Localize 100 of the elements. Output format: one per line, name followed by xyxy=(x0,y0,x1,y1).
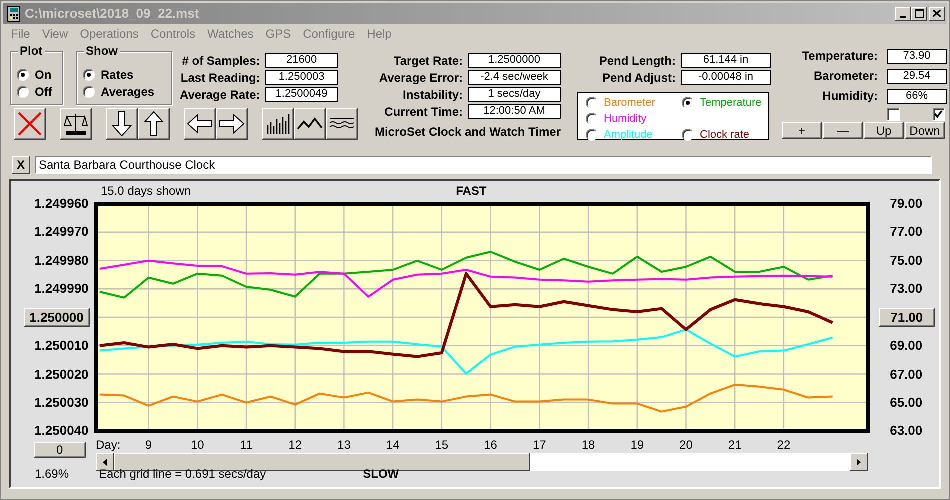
line-button[interactable] xyxy=(294,108,326,140)
value-field: 1 secs/day xyxy=(468,87,561,102)
day-label: 10 xyxy=(190,438,204,452)
window-title: C:\microset\2018_09_22.mst xyxy=(25,6,200,21)
value-field: -2.4 sec/week xyxy=(468,70,561,85)
value-field: 73.90 xyxy=(887,48,947,64)
day-label: 11 xyxy=(240,438,253,452)
radio-option[interactable]: Averages xyxy=(83,84,165,99)
value-field: 1.250003 xyxy=(265,70,338,85)
down-button[interactable] xyxy=(106,108,138,140)
delete-button[interactable] xyxy=(14,108,46,140)
app-title: MicroSet Clock and Watch Timer xyxy=(374,125,561,139)
calculator-icon xyxy=(7,6,21,22)
right-triangle-icon xyxy=(856,458,861,466)
value-field: 1.2500000 xyxy=(468,53,561,68)
value-field: 21600 xyxy=(265,53,338,68)
scale-button[interactable]: + xyxy=(782,122,822,139)
day-label: 18 xyxy=(582,438,595,452)
left-arrow-icon xyxy=(187,114,213,134)
zoom-percent: 1.69% xyxy=(35,467,70,481)
scrollbar[interactable] xyxy=(96,453,868,471)
scroll-thumb[interactable] xyxy=(114,453,530,471)
balance-button[interactable] xyxy=(60,108,92,140)
axis-label: 73.00 xyxy=(889,280,924,298)
smooth-button[interactable] xyxy=(326,108,358,140)
value-field: 1.2500049 xyxy=(265,87,338,102)
close-icon xyxy=(933,10,941,17)
axis-label: 1.250010 xyxy=(34,337,90,356)
up-button[interactable] xyxy=(138,108,170,140)
axis-label: 75.00 xyxy=(889,252,924,270)
temperature-reference-button[interactable]: 71.00 xyxy=(878,308,935,327)
minimize-button[interactable] xyxy=(895,6,911,20)
axis-label: 67.00 xyxy=(889,366,924,384)
field-label: Target Rate: xyxy=(394,54,463,68)
radio-option[interactable]: Off xyxy=(17,84,56,99)
checkbox[interactable] xyxy=(887,108,900,120)
radio-option[interactable]: On xyxy=(17,67,56,82)
close-button[interactable] xyxy=(929,6,945,20)
maximize-button[interactable] xyxy=(911,6,927,20)
axis-label: 65.00 xyxy=(889,394,924,412)
slow-label: SLOW xyxy=(363,467,400,481)
day-label: 22 xyxy=(777,438,790,452)
field-label: Temperature: xyxy=(802,49,878,63)
axis-label: 1.250020 xyxy=(34,366,90,384)
value-field: -0.00048 in xyxy=(681,70,771,85)
cross-icon xyxy=(17,111,43,137)
field-label: # of Samples: xyxy=(182,54,260,68)
axis-label: 1.250040 xyxy=(34,422,90,440)
day-label: 16 xyxy=(484,438,498,452)
day-label: 9 xyxy=(145,438,152,452)
right-button[interactable] xyxy=(216,108,248,140)
value-field: 66% xyxy=(887,88,947,104)
maximize-icon xyxy=(914,9,924,18)
radio-option[interactable]: Clock rate xyxy=(682,127,778,142)
checkbox[interactable] xyxy=(932,108,945,120)
day-label: 12 xyxy=(288,438,302,452)
day-label: 14 xyxy=(386,438,400,452)
scroll-left-button[interactable] xyxy=(96,453,114,471)
day-label: 15 xyxy=(435,438,448,452)
left-triangle-icon xyxy=(102,458,107,466)
scroll-right-button[interactable] xyxy=(850,453,868,471)
zigzag-icon xyxy=(297,117,323,131)
value-field: 29.54 xyxy=(887,68,947,84)
fast-label: FAST xyxy=(456,184,487,198)
axis-label: 63.00 xyxy=(889,422,924,440)
left-button[interactable] xyxy=(184,108,216,140)
scale-button[interactable]: Down xyxy=(905,122,945,139)
day-label: 21 xyxy=(728,438,742,452)
field-label: Average Rate: xyxy=(180,88,260,102)
radio-option[interactable]: Rates xyxy=(83,67,165,82)
axis-label: 1.249970 xyxy=(34,223,90,242)
wavy-lines-icon xyxy=(329,117,355,131)
down-arrow-icon xyxy=(112,111,132,137)
vertical-bars-icon xyxy=(266,113,290,135)
axis-label: 79.00 xyxy=(889,195,924,213)
offset-button[interactable]: 0 xyxy=(34,442,86,458)
axis-label: 1.250030 xyxy=(34,394,90,412)
axis-label: 69.00 xyxy=(889,337,924,356)
field-label: Pend Length: xyxy=(599,54,676,68)
scale-button[interactable]: — xyxy=(823,122,863,139)
bars-button[interactable] xyxy=(262,108,294,140)
value-field: 12:00:50 AM xyxy=(468,104,561,119)
right-arrow-icon xyxy=(219,114,245,134)
field-label: Current Time: xyxy=(384,104,463,118)
days-shown-text: 15.0 days shown xyxy=(101,184,192,198)
rate-reference-button[interactable]: 1.250000 xyxy=(24,308,90,327)
axis-label: 1.249960 xyxy=(34,195,90,213)
field-label: Last Reading: xyxy=(180,70,260,84)
scale-button[interactable]: Up xyxy=(864,122,904,139)
axis-label: 1.249990 xyxy=(34,280,90,298)
clear-button[interactable]: X xyxy=(12,156,30,174)
day-label: 19 xyxy=(630,438,644,452)
clock-name-field[interactable]: Santa Barbara Courthouse Clock xyxy=(35,156,932,174)
field-label: Pend Adjust: xyxy=(602,70,676,84)
axis-label: 1.249980 xyxy=(34,252,90,270)
field-label: Humidity: xyxy=(822,89,878,103)
balance-scale-icon xyxy=(64,112,88,136)
grid-note: Each grid line = 0.691 secs/day xyxy=(99,467,266,481)
field-label: Average Error: xyxy=(379,70,463,84)
group-title: Show xyxy=(84,44,120,58)
